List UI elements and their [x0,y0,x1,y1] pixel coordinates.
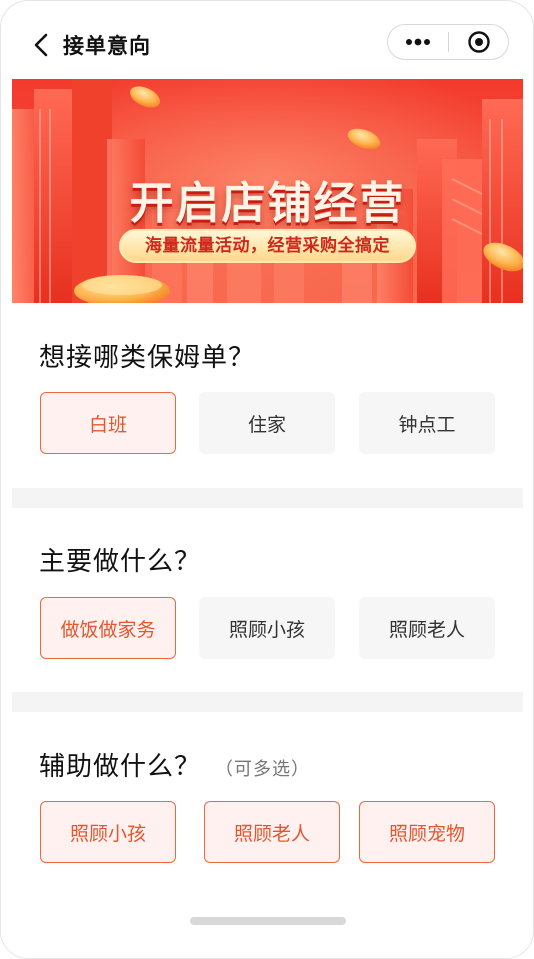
nav-bar: 接单意向 [1,1,533,81]
option-aux-petcare[interactable]: 照顾宠物 [359,801,495,863]
multi-select-hint: （可多选） [215,759,311,780]
section-title-secondary-duty: 辅助做什么？ （可多选） [39,746,310,783]
option-day-shift[interactable]: 白班 [40,392,176,454]
target-circle-icon [467,31,490,53]
section-title-text: 主要做什么？ [39,547,202,577]
option-childcare[interactable]: 照顾小孩 [199,597,335,659]
home-indicator[interactable] [190,917,346,925]
option-hourly[interactable]: 钟点工 [359,392,495,454]
option-live-in[interactable]: 住家 [199,392,335,454]
mini-program-capsule [387,24,509,60]
phone-screen: 接单意向 开启店铺经营 海量流量活动，经营采购全搞定 想接哪类保姆单？ 白班 住… [0,0,534,959]
chevron-left-icon [34,33,48,57]
option-cooking-housework[interactable]: 做饭做家务 [40,597,176,659]
section-title-nanny-type: 想接哪类保姆单？ [39,337,255,374]
page-title: 接单意向 [63,34,151,58]
back-button[interactable] [27,31,55,59]
close-button[interactable] [449,25,508,59]
banner-subtitle: 海量流量活动，经营采购全搞定 [119,229,416,263]
section-divider [12,692,523,712]
option-aux-childcare[interactable]: 照顾小孩 [40,801,176,863]
banner-title: 开启店铺经营 [129,178,406,229]
section-title-text: 想接哪类保姆单？ [39,343,256,373]
more-dots-icon [406,38,430,46]
option-aux-eldercare[interactable]: 照顾老人 [204,801,340,863]
more-button[interactable] [388,25,448,59]
section-title-text: 辅助做什么？ [39,752,202,782]
section-divider [12,488,523,508]
section-title-main-duty: 主要做什么？ [39,541,201,578]
option-eldercare[interactable]: 照顾老人 [359,597,495,659]
promo-banner[interactable]: 开启店铺经营 海量流量活动，经营采购全搞定 [12,79,523,303]
